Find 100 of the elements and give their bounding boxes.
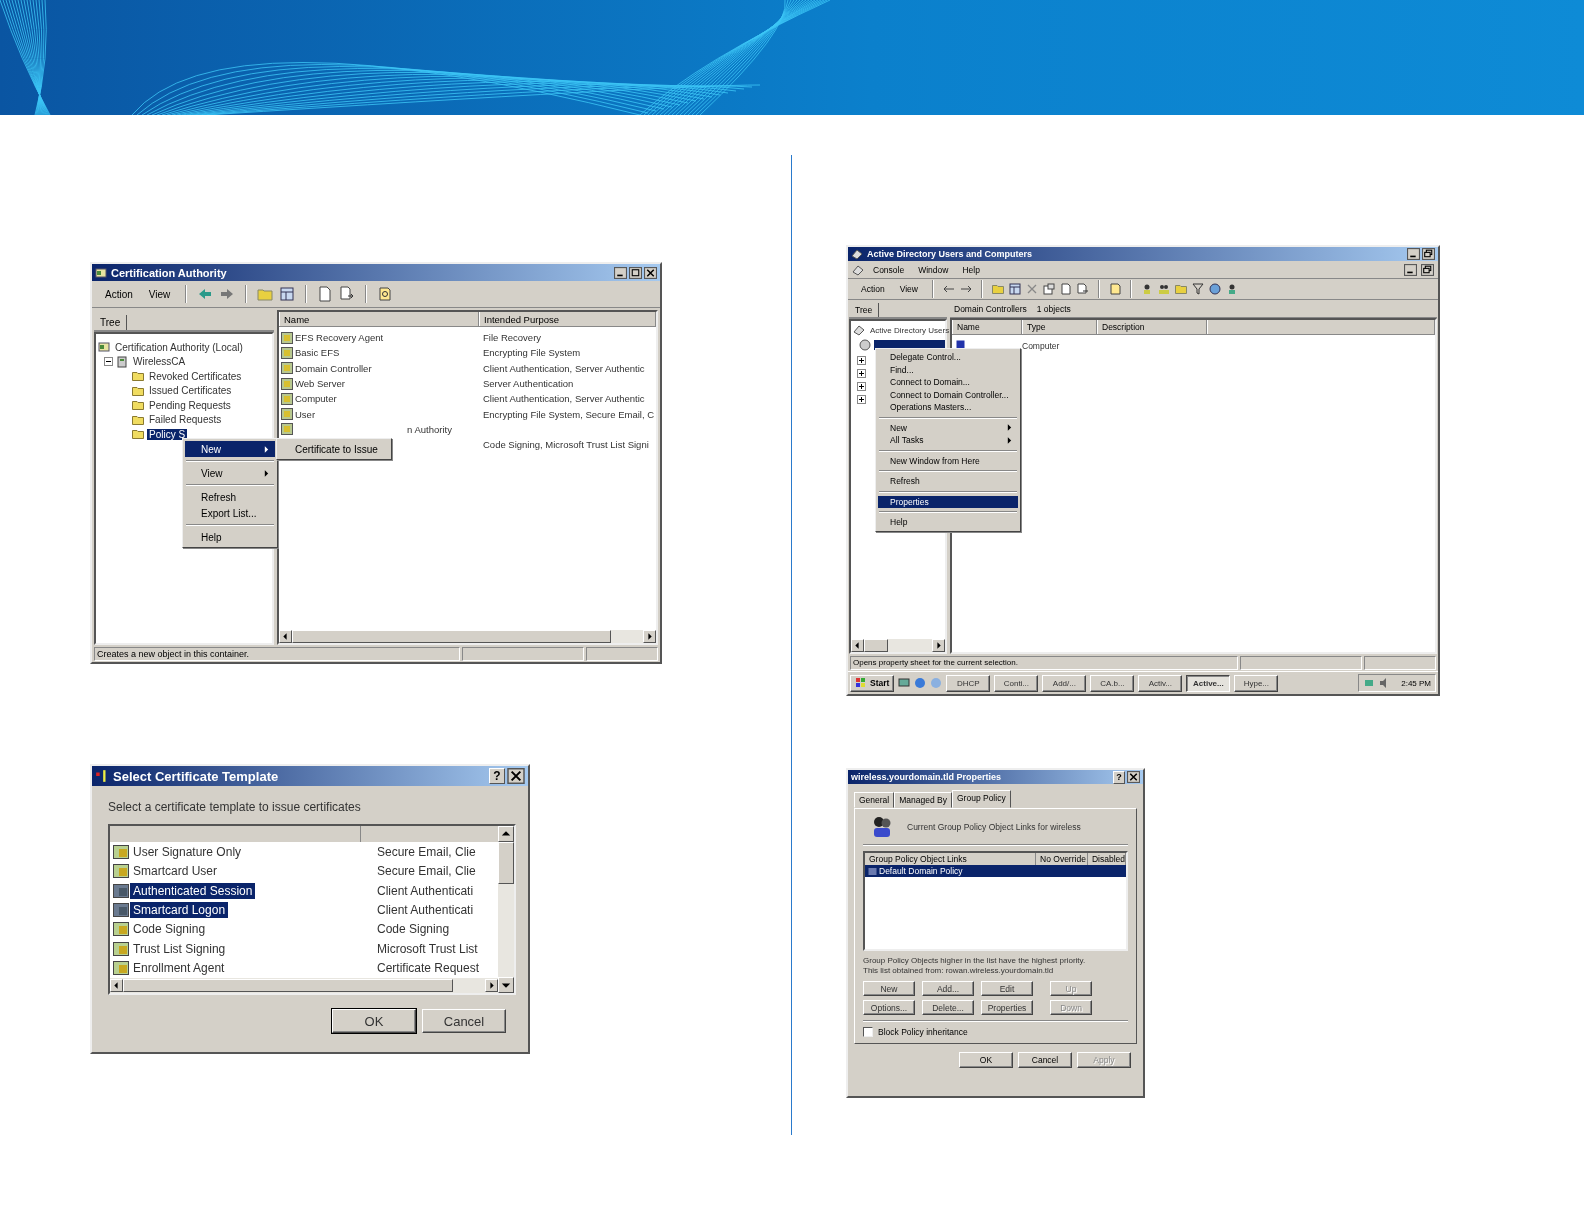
dialog-button[interactable]: Cancel	[1018, 1052, 1072, 1068]
menu-item[interactable]: Connect to Domain...	[878, 376, 1018, 389]
table-cell-text: Server Authentication	[482, 378, 575, 390]
table-cell-text: Code Signing, Microsoft Trust List Signi	[482, 439, 650, 451]
tree-item[interactable]: Revoked Certificates	[147, 370, 244, 382]
list-item[interactable]: Enrollment Agent	[130, 960, 228, 977]
menu-item[interactable]: Find...	[878, 363, 1018, 376]
table-cell: Domain Controller	[295, 362, 372, 374]
taskbar-button[interactable]: Add/...	[1042, 674, 1087, 692]
taskbar-button[interactable]: Hype...	[1234, 674, 1279, 692]
tree-item[interactable]: Policy S	[147, 428, 188, 440]
table-cell: User	[295, 408, 316, 420]
dialog-button[interactable]: Add...	[922, 981, 974, 996]
taskbar-button[interactable]: Conti...	[994, 674, 1039, 692]
taskbar-button[interactable]: Active...	[1186, 674, 1231, 692]
table-cell: Client Authenticati	[377, 883, 474, 898]
tree-item[interactable]: WirelessCA	[131, 356, 188, 368]
menu-item[interactable]: Operations Masters...	[878, 401, 1018, 414]
tree-item[interactable]: Issued Certificates	[147, 385, 234, 397]
menu-item[interactable]: Export List...	[185, 505, 275, 521]
window-title: Active Directory Users and Computers	[867, 249, 1033, 259]
table-cell: Certificate Request	[377, 961, 480, 976]
table-cell: Microsoft Trust List	[377, 941, 478, 956]
menu-item[interactable]: New	[185, 441, 275, 457]
menu-item[interactable]: View	[185, 465, 275, 481]
taskbar-button[interactable]: Activ...	[1138, 674, 1183, 692]
pane-title: Domain Controllers	[954, 304, 1027, 314]
menu-item[interactable]: View	[143, 288, 176, 300]
status-bar-text: Creates a new object in this container.	[94, 646, 460, 661]
dialog-button[interactable]: Properties	[981, 1000, 1033, 1015]
checkbox-label: Block Policy inheritance	[878, 1027, 968, 1037]
dialog-button[interactable]: Delete...	[922, 1000, 974, 1015]
note-text: This list obtained from: rowan.wireless.yourdomain.tld	[863, 966, 1055, 976]
clock: 2:45 PM	[1401, 678, 1431, 688]
column-header[interactable]: Name	[279, 312, 479, 326]
menu-item[interactable]: Refresh	[878, 475, 1018, 488]
column-header[interactable]: Description	[1097, 320, 1207, 334]
list-item[interactable]: Trust List Signing	[130, 940, 229, 957]
dialog-button[interactable]: New	[863, 981, 915, 996]
menu-item[interactable]: Delegate Control...	[878, 351, 1018, 364]
table-cell-text: Client Authentication, Server Authentic	[482, 393, 646, 405]
note-text: Group Policy Objects higher in the list have the highest priority.	[863, 956, 1087, 966]
menu-item[interactable]: View	[894, 284, 923, 294]
table-cell-text: Client Authentication, Server Authentic	[482, 362, 646, 374]
list-item[interactable]: Smartcard User	[130, 863, 221, 880]
list-item[interactable]: User Signature Only	[130, 843, 245, 860]
table-cell: EFS Recovery Agent	[295, 332, 384, 344]
menu-item[interactable]: Properties	[878, 495, 1018, 508]
tab[interactable]: Managed By	[894, 792, 952, 808]
menu-item[interactable]: New	[878, 421, 1018, 434]
menu-item[interactable]: All Tasks	[878, 434, 1018, 447]
dialog-button[interactable]: Edit	[981, 981, 1033, 996]
dialog-button[interactable]: Cancel	[422, 1009, 506, 1033]
start-button[interactable]: Start	[850, 674, 895, 692]
tree-tab[interactable]: Tree	[94, 315, 128, 330]
list-item[interactable]: Default Domain Policy	[865, 865, 1126, 877]
tree-tab[interactable]: Tree	[849, 303, 880, 317]
menu-item[interactable]: Console	[868, 264, 910, 275]
table-cell-text: Encrypting File System	[482, 347, 582, 359]
menu-item[interactable]: Help	[185, 529, 275, 545]
column-header[interactable]: Name	[952, 320, 1022, 334]
list-item[interactable]: Authenticated Session	[130, 882, 256, 899]
table-cell: Secure Email, Clie	[377, 864, 476, 879]
menu-item[interactable]: Help	[957, 264, 985, 275]
column-header[interactable]: Type	[1022, 320, 1097, 334]
window-title: Certification Authority	[111, 266, 227, 279]
taskbar-button[interactable]: CA.b...	[1090, 674, 1135, 692]
table-cell: Web Server	[295, 378, 345, 390]
menu-item[interactable]: Action	[100, 288, 138, 300]
column-header[interactable]: Intended Purpose	[479, 312, 656, 326]
table-cell: Computer	[295, 393, 337, 405]
tree-item[interactable]: Certification Authority (Local)	[113, 341, 245, 353]
heading-text: Current Group Policy Object Links for wireless	[907, 822, 1081, 832]
dialog-button[interactable]: OK	[332, 1009, 416, 1033]
menu-item[interactable]: New Window from Here	[878, 454, 1018, 467]
help-button[interactable]: ?	[489, 768, 505, 784]
menu-item[interactable]: Certificate to Issue	[279, 441, 389, 457]
menu-item[interactable]: Help	[878, 516, 1018, 529]
menu-item[interactable]: Window	[913, 264, 954, 275]
dialog-button[interactable]: OK	[959, 1052, 1013, 1068]
tab[interactable]: Group Policy	[952, 790, 1011, 808]
window-title: wireless.yourdomain.tld Properties	[851, 772, 1002, 782]
list-item[interactable]: Smartcard Logon	[130, 902, 229, 918]
object-count: 1 objects	[1036, 304, 1071, 314]
tab[interactable]: General	[854, 792, 895, 808]
menu-item[interactable]: Connect to Domain Controller...	[878, 388, 1018, 401]
menu-item[interactable]: Action	[856, 284, 890, 294]
window-title: Select Certificate Template	[113, 768, 279, 784]
list-item[interactable]: Code Signing	[130, 921, 209, 938]
table-cell: n Authority	[407, 423, 452, 435]
tree-item[interactable]: Failed Requests	[147, 414, 224, 426]
tree-item[interactable]: Active Directory Users	[868, 325, 952, 335]
menu-item[interactable]: Refresh	[185, 489, 275, 505]
tree-item[interactable]: Pending Requests	[147, 399, 233, 411]
help-button[interactable]: ?	[1113, 770, 1125, 784]
table-cell-text: File Recovery	[482, 332, 543, 344]
table-cell: Secure Email, Clie	[377, 844, 476, 859]
dialog-button[interactable]: Options...	[863, 1000, 915, 1015]
table-cell-text: Encrypting File System, Secure Email, C	[482, 408, 656, 420]
taskbar-button[interactable]: DHCP	[946, 674, 991, 692]
